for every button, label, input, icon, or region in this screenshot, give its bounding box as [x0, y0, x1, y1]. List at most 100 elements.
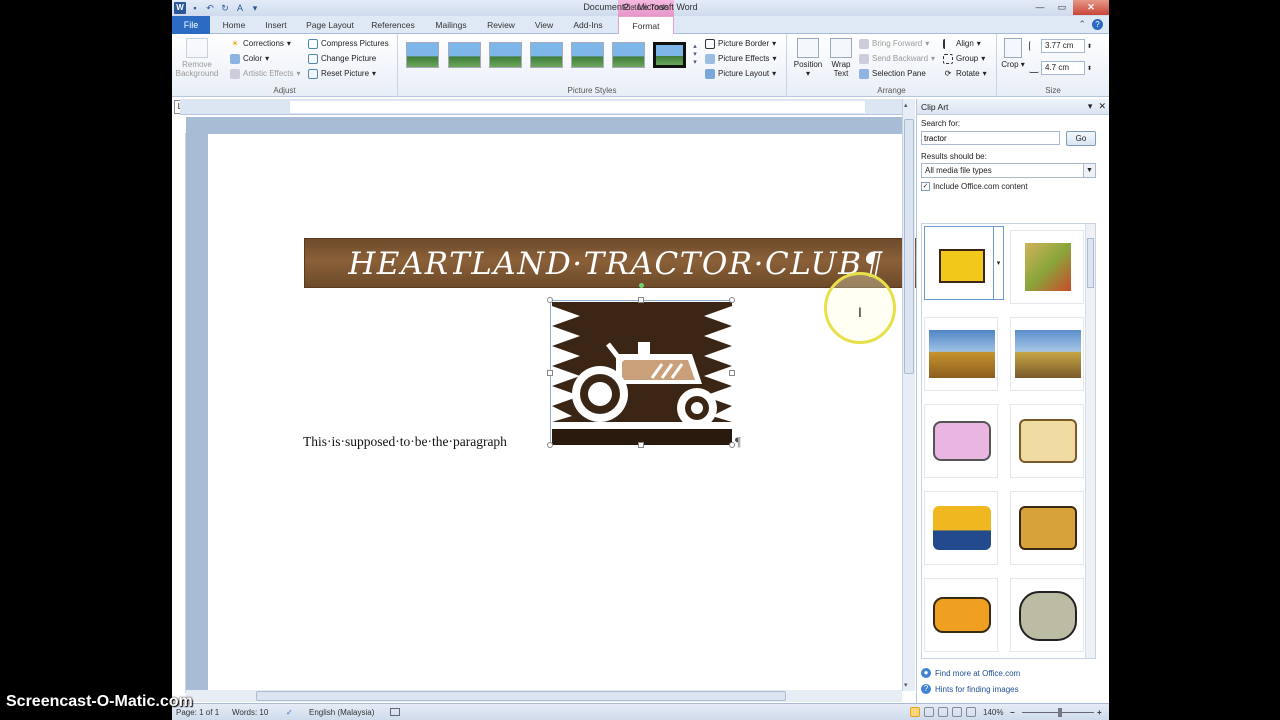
vertical-scrollbar[interactable]: ▴ ▾: [902, 99, 915, 691]
artistic-effects-button[interactable]: Artistic Effects ▾: [230, 66, 301, 81]
clip-result-3[interactable]: [924, 317, 998, 391]
group-button[interactable]: Group ▾: [943, 51, 987, 66]
maximize-button[interactable]: ▭: [1051, 0, 1073, 15]
outline-icon[interactable]: [952, 707, 962, 717]
tab-page-layout[interactable]: Page Layout: [302, 16, 358, 34]
proofing-icon[interactable]: ✓: [286, 708, 293, 717]
vertical-ruler[interactable]: [176, 133, 186, 693]
scroll-up-icon[interactable]: ▴: [904, 101, 908, 109]
picture-style-1[interactable]: [406, 42, 439, 68]
resize-handle-ne[interactable]: [729, 297, 735, 303]
resize-handle-sw[interactable]: [547, 442, 553, 448]
close-button[interactable]: ✕: [1073, 0, 1109, 15]
clip-result-9[interactable]: [924, 578, 998, 652]
find-more-link[interactable]: ● Find more at Office.com: [921, 665, 1020, 681]
tab-review[interactable]: Review: [482, 16, 520, 34]
clip-result-10[interactable]: [1010, 578, 1084, 652]
help-icon[interactable]: ?: [1092, 19, 1103, 30]
height-spinner[interactable]: ⬍: [1087, 43, 1092, 50]
resize-handle-nw[interactable]: [547, 297, 553, 303]
align-button[interactable]: Align ▾: [943, 36, 987, 51]
pane-close-icon[interactable]: ✕: [1098, 101, 1106, 112]
hints-link[interactable]: ? Hints for finding images: [921, 681, 1020, 697]
send-backward-button[interactable]: Send Backward ▾: [859, 51, 935, 66]
reset-picture-button[interactable]: Reset Picture ▾: [308, 66, 389, 81]
picture-style-4[interactable]: [530, 42, 563, 68]
tab-format[interactable]: Format: [618, 16, 674, 35]
resize-handle-w[interactable]: [547, 370, 553, 376]
macro-icon[interactable]: [390, 708, 400, 716]
color-button[interactable]: Color ▾: [230, 51, 301, 66]
horizontal-scrollbar[interactable]: [186, 690, 902, 702]
tab-view[interactable]: View: [529, 16, 559, 34]
language-indicator[interactable]: English (Malaysia): [309, 708, 374, 717]
width-input[interactable]: 4.7 cm: [1041, 61, 1085, 75]
selected-tractor-picture[interactable]: [547, 283, 735, 448]
picture-style-2[interactable]: [448, 42, 481, 68]
resize-handle-s[interactable]: [638, 442, 644, 448]
rotate-handle[interactable]: [639, 283, 644, 288]
resize-handle-n[interactable]: [638, 297, 644, 303]
remove-background-button[interactable]: Remove Background: [174, 38, 220, 78]
chevron-down-icon[interactable]: ▼: [1083, 164, 1095, 177]
picture-style-3[interactable]: [489, 42, 522, 68]
rotate-button[interactable]: ⟳ Rotate ▾: [943, 66, 987, 81]
bring-forward-button[interactable]: Bring Forward ▾: [859, 36, 935, 51]
styles-gallery-scroll[interactable]: ▴ ▾ ▾: [691, 42, 699, 76]
print-layout-icon[interactable]: [910, 707, 920, 717]
scroll-down-icon[interactable]: ▾: [904, 681, 908, 689]
crop-button[interactable]: Crop ▾: [1001, 38, 1025, 69]
horizontal-ruler[interactable]: [180, 99, 915, 115]
clip-result-7[interactable]: [924, 491, 998, 565]
compress-pictures-button[interactable]: Compress Pictures: [308, 36, 389, 51]
body-paragraph[interactable]: This·is·supposed·to·be·the·paragraph: [303, 434, 507, 450]
wrap-text-button[interactable]: Wrap Text: [827, 38, 855, 78]
zoom-in-icon[interactable]: +: [1097, 708, 1102, 717]
zoom-out-icon[interactable]: −: [1010, 708, 1015, 717]
picture-layout-button[interactable]: Picture Layout ▾: [705, 66, 776, 81]
title-banner[interactable]: HEARTLAND·TRACTOR·CLUB¶: [304, 238, 926, 288]
tab-home[interactable]: Home: [216, 16, 252, 34]
picture-style-5[interactable]: [571, 42, 604, 68]
pane-menu-icon[interactable]: ▾: [1088, 101, 1093, 112]
media-type-select[interactable]: All media file types ▼: [921, 163, 1096, 178]
clip-result-6[interactable]: [1010, 404, 1084, 478]
vertical-scroll-thumb[interactable]: [904, 119, 914, 374]
clip-result-4[interactable]: [1010, 317, 1084, 391]
web-layout-icon[interactable]: [938, 707, 948, 717]
tab-insert[interactable]: Insert: [258, 16, 294, 34]
position-button[interactable]: Position ▾: [791, 38, 825, 78]
width-spinner[interactable]: ⬍: [1087, 65, 1092, 72]
resize-handle-e[interactable]: [729, 370, 735, 376]
selection-pane-button[interactable]: Selection Pane: [859, 66, 935, 81]
document-page[interactable]: HEARTLAND·TRACTOR·CLUB¶ This·is·supposed…: [208, 134, 926, 694]
include-office-row[interactable]: ✓ Include Office.com content: [921, 182, 1028, 191]
corrections-button[interactable]: ☀ Corrections ▾: [230, 36, 301, 51]
picture-style-6[interactable]: [612, 42, 645, 68]
horizontal-scroll-thumb[interactable]: [256, 691, 786, 701]
clip-result-5[interactable]: [924, 404, 998, 478]
tab-references[interactable]: References: [368, 16, 418, 34]
tab-mailings[interactable]: Mailings: [430, 16, 472, 34]
zoom-level[interactable]: 140%: [983, 708, 1003, 717]
full-screen-icon[interactable]: [924, 707, 934, 717]
go-button[interactable]: Go: [1066, 131, 1096, 146]
clip-art-search-input[interactable]: [921, 131, 1060, 145]
results-scrollbar[interactable]: [1085, 224, 1095, 658]
minimize-button[interactable]: —: [1029, 0, 1051, 15]
draft-icon[interactable]: [966, 707, 976, 717]
picture-border-button[interactable]: Picture Border ▾: [705, 36, 776, 51]
minimize-ribbon-icon[interactable]: ⌃: [1078, 19, 1086, 30]
clip-result-1[interactable]: ▾: [924, 226, 1004, 300]
clip-dropdown-icon[interactable]: ▾: [993, 227, 1003, 299]
zoom-slider-thumb[interactable]: [1058, 708, 1062, 717]
tab-file[interactable]: File: [172, 16, 210, 34]
results-scroll-thumb[interactable]: [1087, 238, 1094, 288]
tab-add-ins[interactable]: Add-Ins: [568, 16, 608, 34]
word-count[interactable]: Words: 10: [232, 708, 268, 717]
clip-result-8[interactable]: [1010, 491, 1084, 565]
clip-result-2[interactable]: [1010, 230, 1084, 304]
change-picture-button[interactable]: Change Picture: [308, 51, 389, 66]
picture-effects-button[interactable]: Picture Effects ▾: [705, 51, 776, 66]
picture-style-7[interactable]: [653, 42, 686, 68]
